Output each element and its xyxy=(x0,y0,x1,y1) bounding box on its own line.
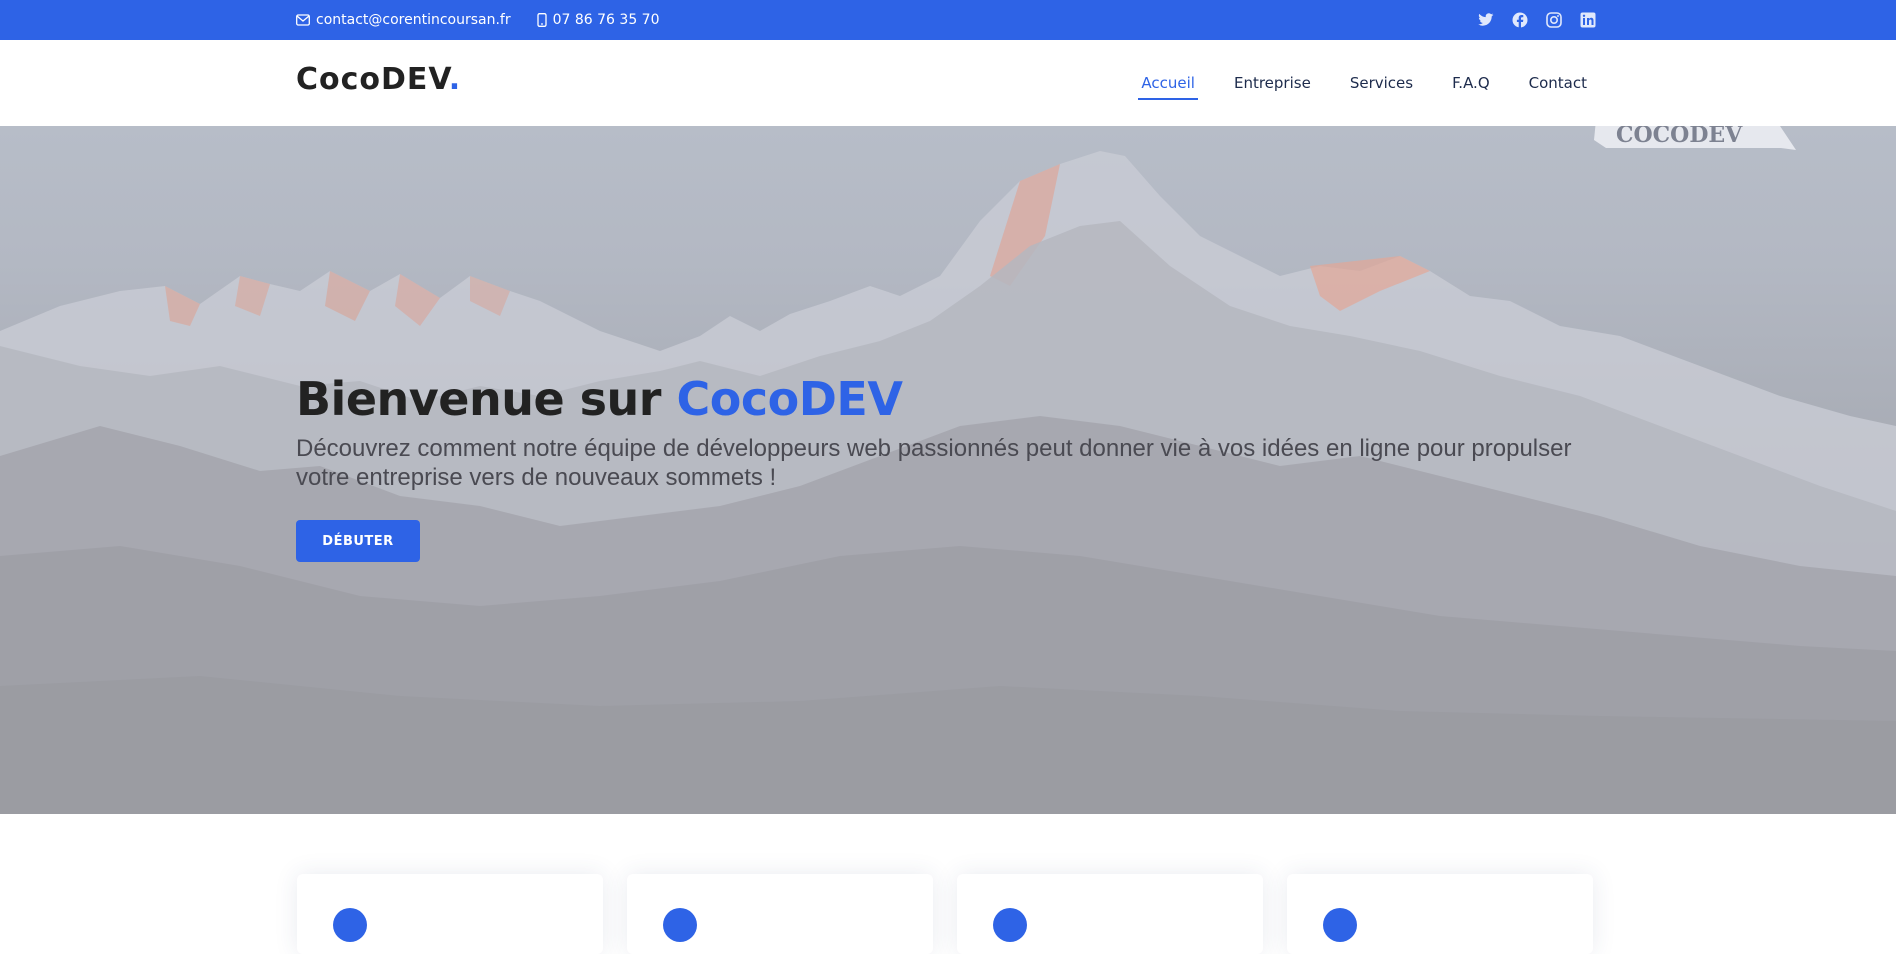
hero-content: Bienvenue sur CocoDEV Découvrez comment … xyxy=(296,372,1596,562)
feature-icon xyxy=(993,908,1027,942)
contact-info: contact@corentincoursan.fr 07 86 76 35 7… xyxy=(296,0,660,40)
facebook-icon[interactable] xyxy=(1512,12,1528,28)
features-section xyxy=(0,814,1896,954)
feature-card[interactable] xyxy=(957,874,1263,954)
social-links xyxy=(1478,0,1596,40)
phone-contact[interactable]: 07 86 76 35 70 xyxy=(536,12,660,28)
hero-title: Bienvenue sur CocoDEV xyxy=(296,372,1596,426)
instagram-icon[interactable] xyxy=(1546,12,1562,28)
phone-icon xyxy=(536,13,547,27)
nav-item-entreprise[interactable]: Entreprise xyxy=(1231,68,1314,98)
top-bar: contact@corentincoursan.fr 07 86 76 35 7… xyxy=(0,0,1896,40)
phone-text: 07 86 76 35 70 xyxy=(552,12,660,28)
feature-card[interactable] xyxy=(627,874,933,954)
brand-flag-image: COCODEV xyxy=(1594,126,1796,150)
feature-icon xyxy=(1323,908,1357,942)
start-button[interactable]: DÉBUTER xyxy=(296,520,420,562)
feature-icon xyxy=(333,908,367,942)
email-text: contact@corentincoursan.fr xyxy=(316,12,511,28)
linkedin-icon[interactable] xyxy=(1580,12,1596,28)
nav-item-services[interactable]: Services xyxy=(1347,68,1416,98)
flag-text: COCODEV xyxy=(1616,126,1743,148)
main-nav: Accueil Entreprise Services F.A.Q Contac… xyxy=(1138,40,1590,126)
hero-section: COCODEV Bienvenue sur CocoDEV Découvrez … xyxy=(0,126,1896,814)
hero-subtitle: Découvrez comment notre équipe de dévelo… xyxy=(296,435,1572,491)
envelope-icon xyxy=(296,14,310,26)
hero-title-prefix: Bienvenue sur xyxy=(296,372,677,426)
nav-item-contact[interactable]: Contact xyxy=(1526,68,1590,98)
feature-card[interactable] xyxy=(297,874,603,954)
feature-icon xyxy=(663,908,697,942)
nav-item-faq[interactable]: F.A.Q xyxy=(1449,68,1493,98)
logo-dot: . xyxy=(448,62,462,97)
email-contact[interactable]: contact@corentincoursan.fr xyxy=(296,12,511,28)
nav-item-accueil[interactable]: Accueil xyxy=(1138,68,1198,100)
hero-title-brand: CocoDEV xyxy=(676,372,903,426)
logo-text: CocoDEV xyxy=(296,62,449,97)
twitter-icon[interactable] xyxy=(1478,13,1494,27)
main-header: CocoDEV. Accueil Entreprise Services F.A… xyxy=(0,40,1896,126)
site-logo[interactable]: CocoDEV. xyxy=(296,62,461,97)
feature-card[interactable] xyxy=(1287,874,1593,954)
